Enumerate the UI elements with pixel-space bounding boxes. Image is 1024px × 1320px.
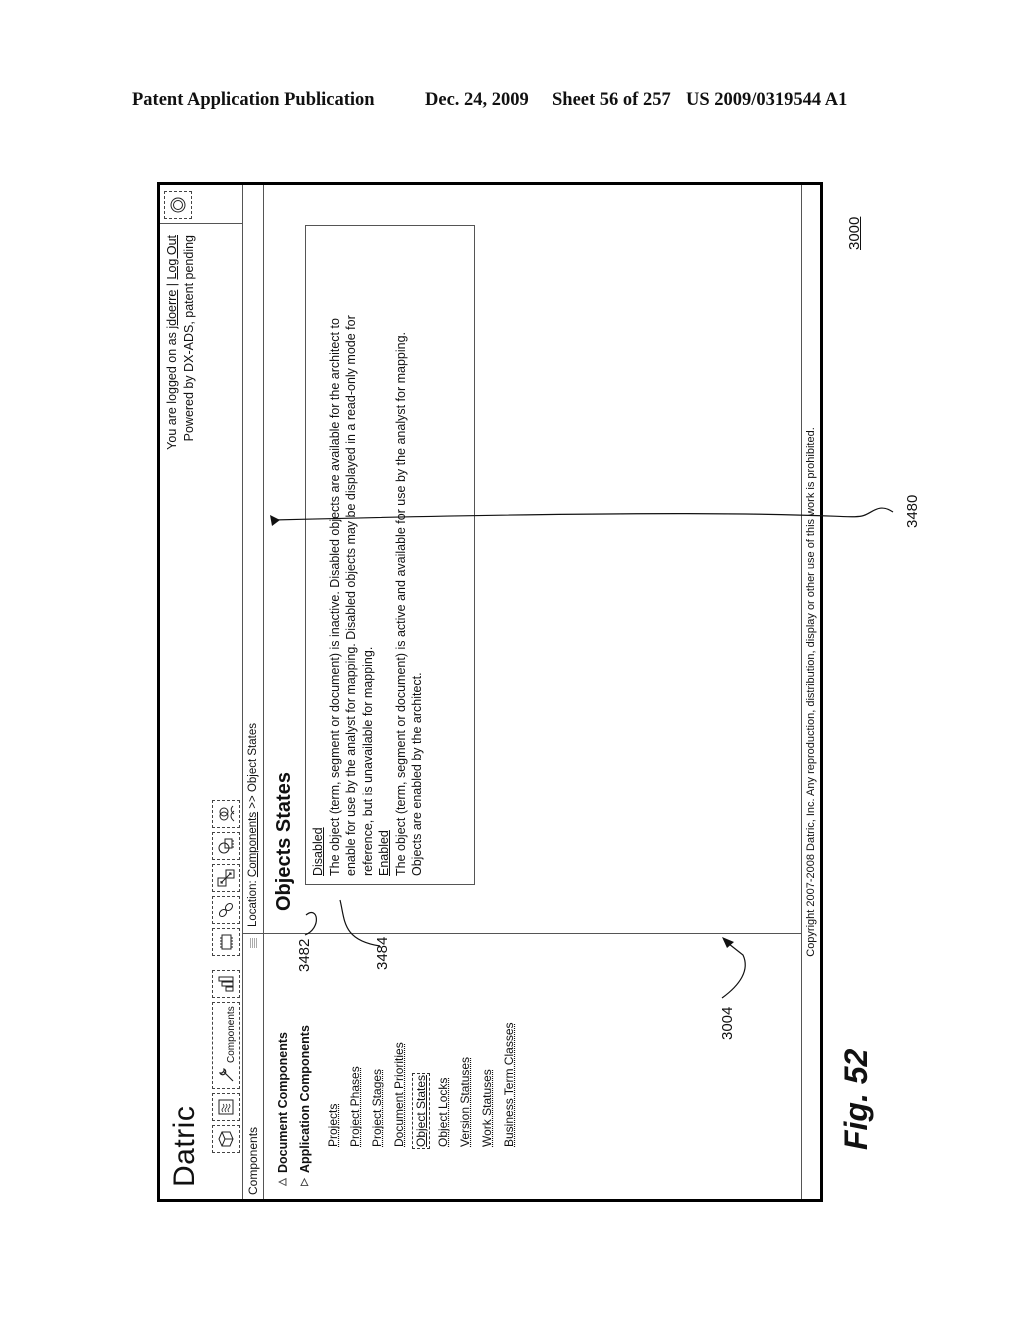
- tree-item-link[interactable]: Version Statuses: [458, 1057, 472, 1147]
- term-enabled: Enabled: [377, 830, 391, 876]
- publication-date: Dec. 24, 2009: [425, 90, 529, 110]
- top-bar: Datric Components You are logged on as j…: [160, 185, 243, 1199]
- toolbar-button-mapping[interactable]: [212, 864, 240, 893]
- breadcrumb-components-link[interactable]: Components: [247, 812, 259, 877]
- tree-item-business-term-classes[interactable]: Business Term Classes: [498, 934, 520, 1148]
- copyright-footer: Copyright 2007-2008 Datric, Inc. Any rep…: [801, 185, 820, 1199]
- magnifier-chip-icon: [218, 838, 234, 854]
- page-title: Objects States: [273, 772, 295, 911]
- definitions-box: Disabled The object (term, segment or do…: [305, 225, 475, 885]
- sidebar: Components △ Document Components ▷ Appli…: [243, 933, 802, 1199]
- tree-item-link[interactable]: Object States: [413, 1064, 429, 1158]
- toolbar-button-search[interactable]: [212, 832, 240, 861]
- tree-item-object-locks[interactable]: Object Locks: [432, 934, 454, 1147]
- toolbar-button-chip[interactable]: [212, 928, 240, 957]
- tree-item-document-priorities[interactable]: Document Priorities: [388, 934, 410, 1147]
- logged-on-label: You are logged on as: [165, 332, 179, 450]
- resize-grip-icon[interactable]: [249, 938, 257, 948]
- help-button[interactable]: [164, 191, 192, 219]
- figure-label: Fig. 52: [838, 1048, 874, 1150]
- breadcrumb-separator: >>: [247, 795, 259, 809]
- tree-item-link[interactable]: Work Statuses: [480, 1069, 494, 1147]
- powered-by: Powered by DX-ADS, patent pending: [182, 235, 196, 442]
- patent-number: US 2009/0319544 A1: [686, 90, 848, 110]
- wrench-icon: [219, 1068, 234, 1082]
- map-arrows-icon: [217, 869, 235, 887]
- sidebar-title: Components: [246, 1126, 260, 1195]
- ref-3000: 3000: [846, 216, 863, 250]
- tree-item-link[interactable]: Projects: [326, 1104, 340, 1147]
- toolbar-button-label: Components: [226, 1006, 237, 1063]
- help-circle-icon: [170, 197, 186, 213]
- toolbar-button-components[interactable]: Components: [212, 1002, 240, 1089]
- tree-items: Projects Project Phases Project Stages D…: [322, 934, 520, 1199]
- tree-item-object-states[interactable]: Object States: [410, 934, 432, 1158]
- collapsed-arrow-icon[interactable]: △: [272, 1173, 294, 1191]
- tree-item-link[interactable]: Document Priorities: [392, 1042, 406, 1147]
- link-icon: [218, 903, 234, 918]
- tree-item-link[interactable]: Project Stages: [370, 1069, 384, 1147]
- user-info: You are logged on as jdoerre | Log Out P…: [164, 235, 198, 450]
- sheet-number: Sheet 56 of 257: [552, 90, 671, 110]
- ref-3480: 3480: [904, 494, 921, 528]
- toolbar-button-documents[interactable]: [212, 1125, 240, 1153]
- username-link[interactable]: jdoerre: [165, 290, 179, 329]
- separator: |: [165, 282, 179, 287]
- figure-frame: Datric Components You are logged on as j…: [157, 176, 825, 1202]
- tree-item-link[interactable]: Business Term Classes: [502, 1023, 516, 1148]
- component-tree: △ Document Components ▷ Application Comp…: [264, 934, 520, 1199]
- app-logo: Datric: [168, 1105, 201, 1187]
- toolbar-button-layout[interactable]: [212, 970, 240, 999]
- section-label: Document Components: [276, 1032, 290, 1173]
- sidebar-header: Components: [243, 934, 264, 1199]
- users-icon: [219, 805, 235, 822]
- location-label: Location:: [247, 880, 259, 927]
- main-panel: Location: Components >> Object States Ob…: [243, 185, 802, 933]
- publication-label: Patent Application Publication: [132, 90, 375, 110]
- logout-link[interactable]: Log Out: [165, 235, 179, 279]
- tree-item-link[interactable]: Project Phases: [348, 1066, 362, 1147]
- tree-section-document-components[interactable]: △ Document Components: [272, 934, 294, 1199]
- definition-line: Objects are enabled by the architect.: [410, 672, 424, 876]
- definition-line: enable for use by the analyst for mappin…: [344, 315, 358, 876]
- wave-document-icon: [218, 1099, 234, 1115]
- term-disabled: Disabled: [311, 827, 325, 876]
- tree-section-application-components[interactable]: ▷ Application Components: [294, 934, 316, 1199]
- tree-item-version-statuses[interactable]: Version Statuses: [454, 934, 476, 1147]
- definition-line: The object (term, segment or document) i…: [393, 331, 408, 876]
- app-window: Datric Components You are logged on as j…: [157, 182, 823, 1202]
- tree-item-project-phases[interactable]: Project Phases: [344, 934, 366, 1147]
- section-label: Application Components: [298, 1025, 312, 1173]
- expanded-arrow-icon[interactable]: ▷: [294, 1173, 316, 1191]
- layout-blocks-icon: [218, 976, 234, 992]
- divider: [160, 223, 242, 224]
- ref-3484: 3484: [374, 936, 391, 970]
- chip-icon: [220, 934, 233, 950]
- toolbar-button-link[interactable]: [212, 896, 240, 925]
- patent-header: Patent Application Publication Dec. 24, …: [132, 90, 892, 114]
- breadcrumb: Location: Components >> Object States: [243, 185, 264, 933]
- toolbar: Components: [210, 800, 240, 1153]
- tree-item-projects[interactable]: Projects: [322, 934, 344, 1147]
- toolbar-button-content[interactable]: [212, 1093, 240, 1121]
- toolbar-button-users[interactable]: [212, 800, 240, 829]
- tree-item-link[interactable]: Object Locks: [436, 1078, 450, 1147]
- ref-3004: 3004: [719, 1006, 736, 1040]
- definition-line: reference, but is unavailable for mappin…: [360, 646, 375, 876]
- tree-item-work-statuses[interactable]: Work Statuses: [476, 934, 498, 1147]
- cube-icon: [218, 1131, 234, 1147]
- definition-line: The object (term, segment or document) i…: [327, 318, 342, 876]
- breadcrumb-current: Object States: [247, 723, 259, 793]
- ref-3482: 3482: [296, 938, 313, 972]
